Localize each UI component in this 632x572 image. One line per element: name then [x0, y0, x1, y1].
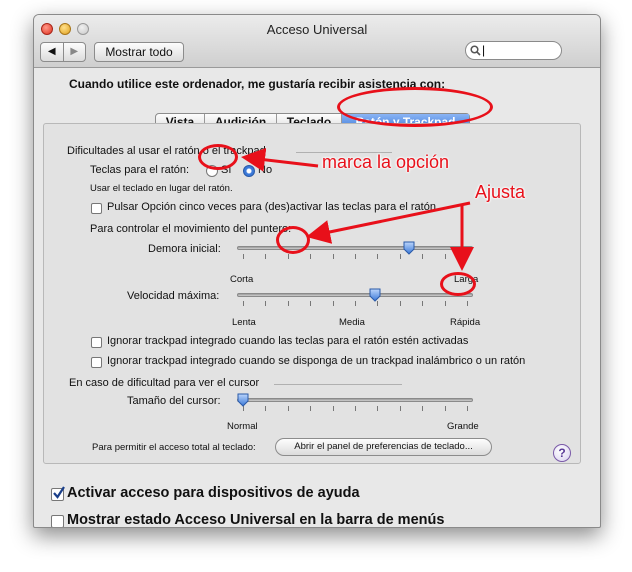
annotation-arrows [241, 147, 474, 271]
annotation-adjust: Ajusta [475, 182, 526, 202]
annotation-mark-option: marca la opción [322, 152, 450, 172]
arrow-to-yes-option [241, 147, 319, 172]
arrow-to-delay-slider [306, 201, 471, 244]
